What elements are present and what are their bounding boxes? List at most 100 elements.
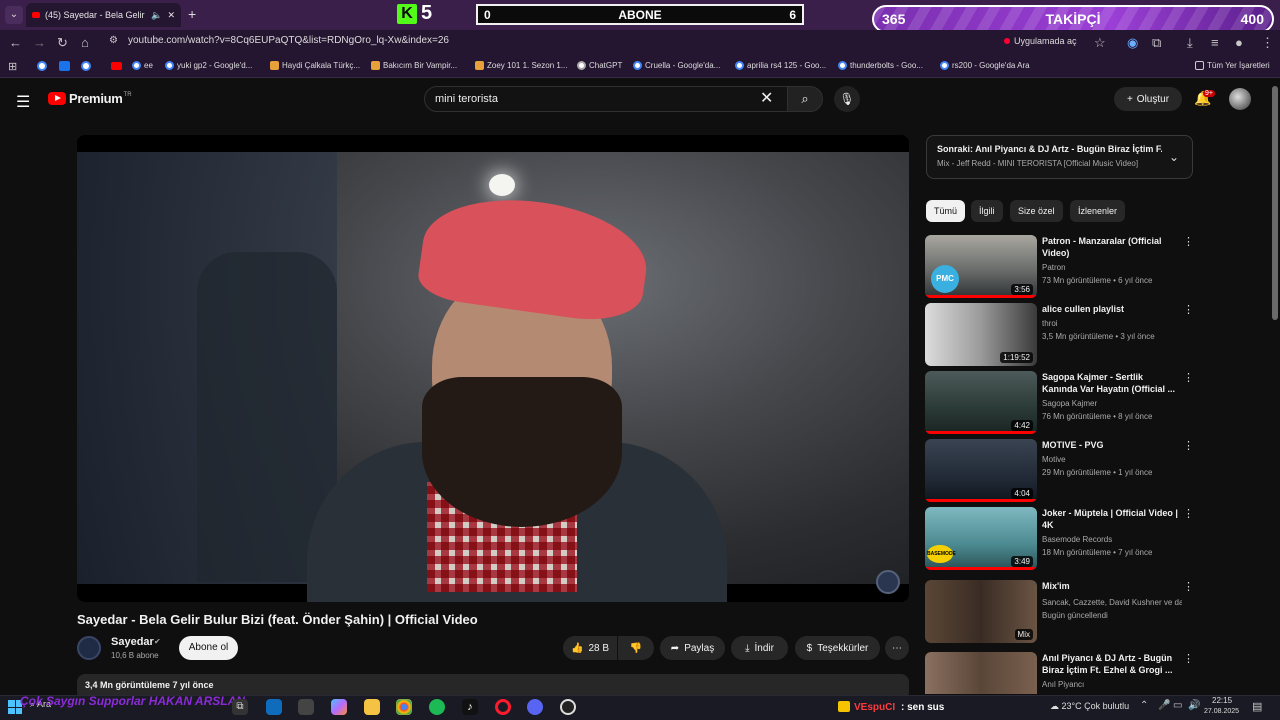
rec-channel: throi <box>1042 319 1058 328</box>
google-bookmark-icon[interactable] <box>81 61 91 71</box>
recommendation-item[interactable]: 1:19:52 alice cullen playlist throi 3,5 … <box>925 303 1194 367</box>
copilot-app-icon[interactable] <box>331 699 347 715</box>
youtube-premium-logo[interactable]: Premium TR <box>48 91 132 106</box>
voice-search-mic-icon[interactable]: 🎙 <box>834 86 860 112</box>
rec-channel: Anıl Piyancı <box>1042 680 1085 689</box>
bookmark-star-icon[interactable]: ☆ <box>1094 35 1106 51</box>
site-info-icon[interactable]: ⚙ <box>109 35 118 46</box>
bookmark-item[interactable]: ee <box>132 61 153 70</box>
obs-app-icon[interactable] <box>560 699 576 715</box>
tray-chevron-icon[interactable]: ⌃ <box>1140 700 1148 711</box>
page-scrollbar[interactable] <box>1272 86 1278 320</box>
task-view-icon[interactable]: ⧉ <box>232 699 248 715</box>
search-button[interactable]: ⌕ <box>787 86 823 112</box>
bookmark-item[interactable]: thunderbolts - Goo... <box>838 61 923 70</box>
kebab-menu-icon[interactable]: ⋮ <box>1183 439 1194 452</box>
up-next-playlist-card[interactable]: Sonraki: Anıl Piyancı & DJ Artz - Bugün … <box>926 135 1193 179</box>
spotify-app-icon[interactable] <box>429 699 445 715</box>
reload-icon[interactable]: ↻ <box>57 35 68 51</box>
home-icon[interactable]: ⌂ <box>81 35 89 50</box>
kebab-menu-icon[interactable]: ⋮ <box>1183 303 1194 316</box>
bookmark-item[interactable]: rs200 - Google'da Ara <box>940 61 1030 70</box>
subscribe-button[interactable]: Abone ol <box>179 636 238 660</box>
recommendation-item[interactable]: Mix Mix'im Sancak, Cazzette, David Kushn… <box>925 580 1194 644</box>
clock-date[interactable]: 27.08.2025 <box>1204 708 1239 715</box>
thanks-button[interactable]: $ Teşekkürler <box>795 636 880 660</box>
close-tab-icon[interactable]: ✕ <box>167 10 175 21</box>
video-player[interactable] <box>77 135 909 602</box>
chip-related[interactable]: İlgili <box>971 200 1003 222</box>
store-app-icon[interactable] <box>298 699 314 715</box>
youtube-bookmark-icon[interactable] <box>111 62 122 70</box>
search-input[interactable]: mini terorista <box>424 86 788 112</box>
bookmark-item[interactable]: Haydi Çalkala Türkç... <box>270 61 360 70</box>
channel-avatar[interactable] <box>77 636 101 660</box>
hamburger-menu-icon[interactable]: ☰ <box>16 92 30 112</box>
kebab-menu-icon[interactable]: ⋮ <box>1183 371 1194 384</box>
back-arrow-icon[interactable]: ← <box>9 35 22 50</box>
extension-icon[interactable]: ◉ <box>1127 35 1138 51</box>
recommendation-item[interactable]: PMC 3:56 Patron - Manzaralar (Official V… <box>925 235 1194 299</box>
more-actions-button[interactable]: ⋯ <box>885 636 909 660</box>
media-list-icon[interactable]: ≡ <box>1211 35 1219 50</box>
like-button[interactable]: 👍 28 B <box>563 636 617 660</box>
all-bookmarks[interactable]: Tüm Yer İşaretleri <box>1195 61 1270 70</box>
open-in-app-button[interactable]: Uygulamada aç <box>1004 36 1077 46</box>
recommendation-item[interactable]: Anıl Piyancı & DJ Artz - Bugün Biraz İçt… <box>925 652 1193 694</box>
download-button[interactable]: ⤓ İndir <box>731 636 788 660</box>
chatgpt-icon <box>577 61 586 70</box>
recommendation-item[interactable]: 4:42 Sagopa Kajmer - Sertlik Kanında Var… <box>925 371 1194 435</box>
address-bar-url[interactable]: youtube.com/watch?v=8Cq6EUPaQTQ&list=RDN… <box>128 35 449 46</box>
channel-name[interactable]: Sayedar <box>111 636 154 648</box>
network-icon[interactable]: ▭ <box>1173 700 1182 711</box>
puzzle-extensions-icon[interactable]: ⧉ <box>1152 35 1161 51</box>
kebab-menu-icon[interactable]: ⋮ <box>1183 580 1194 593</box>
outlook-app-icon[interactable] <box>266 699 282 715</box>
chip-watched[interactable]: İzlenenler <box>1070 200 1126 222</box>
bookmark-item[interactable]: ChatGPT <box>577 61 622 70</box>
speaker-icon[interactable]: 🔈 <box>151 10 162 21</box>
notification-center-icon[interactable]: ▤ <box>1252 700 1262 713</box>
browser-menu-icon[interactable]: ⋮ <box>1261 35 1274 51</box>
watch-progress-bar <box>925 431 1037 434</box>
tiktok-app-icon[interactable]: ♪ <box>462 699 478 715</box>
recommendation-item[interactable]: 4:04 MOTIVE - PVG Motive 29 Mn görüntüle… <box>925 439 1194 503</box>
forward-arrow-icon[interactable]: → <box>33 35 46 50</box>
recommendation-item[interactable]: BASEMODE 3:49 Joker - Müptela | Official… <box>925 507 1194 571</box>
google-icon <box>940 61 949 70</box>
tab-search-chevron-icon[interactable]: ⌄ <box>5 6 23 24</box>
outlook-bookmark-icon[interactable] <box>59 61 70 71</box>
create-button[interactable]: + Oluştur <box>1114 87 1182 111</box>
google-icon <box>838 61 847 70</box>
clock-time[interactable]: 22:15 <box>1212 696 1232 705</box>
dislike-button[interactable]: 👎 <box>618 636 654 660</box>
discord-app-icon[interactable] <box>527 699 543 715</box>
chip-for-you[interactable]: Size özel <box>1010 200 1063 222</box>
bookmark-item[interactable]: yuki gp2 - Google'd... <box>165 61 252 70</box>
microphone-icon[interactable]: 🎤 <box>1158 700 1170 711</box>
volume-icon[interactable]: 🔊 <box>1188 700 1200 711</box>
clear-search-icon[interactable]: ✕ <box>760 88 773 108</box>
kebab-menu-icon[interactable]: ⋮ <box>1183 507 1194 520</box>
bookmark-item[interactable]: aprilia rs4 125 - Goo... <box>735 61 826 70</box>
google-bookmark-icon[interactable] <box>37 61 47 71</box>
bookmark-item[interactable]: Cruella - Google'da... <box>633 61 720 70</box>
profile-icon[interactable]: ● <box>1235 35 1243 50</box>
bookmark-item[interactable]: Zoey 101 1. Sezon 1... <box>475 61 568 70</box>
chevron-down-icon[interactable]: ⌄ <box>1169 150 1179 164</box>
channel-watermark-icon[interactable] <box>876 570 900 594</box>
weather-widget[interactable]: ☁ 23°C Çok bulutlu <box>1050 701 1129 712</box>
opera-app-icon[interactable] <box>495 699 511 715</box>
bookmark-item[interactable]: Bakıcım Bir Vampir... <box>371 61 457 70</box>
chrome-app-icon[interactable] <box>396 699 412 715</box>
account-avatar[interactable] <box>1229 88 1251 110</box>
chip-all[interactable]: Tümü <box>926 200 966 222</box>
new-tab-plus-icon[interactable]: + <box>188 6 196 22</box>
file-explorer-icon[interactable] <box>364 699 380 715</box>
download-icon[interactable]: ⤓ <box>1187 35 1193 51</box>
apps-grid-icon[interactable]: ⊞ <box>8 60 17 73</box>
kebab-menu-icon[interactable]: ⋮ <box>1183 235 1194 248</box>
browser-tab[interactable]: (45) Sayedar - Bela Gelir Bul 🔈 ✕ <box>26 3 181 27</box>
share-button[interactable]: ➦ Paylaş <box>660 636 725 660</box>
kebab-menu-icon[interactable]: ⋮ <box>1183 652 1193 665</box>
